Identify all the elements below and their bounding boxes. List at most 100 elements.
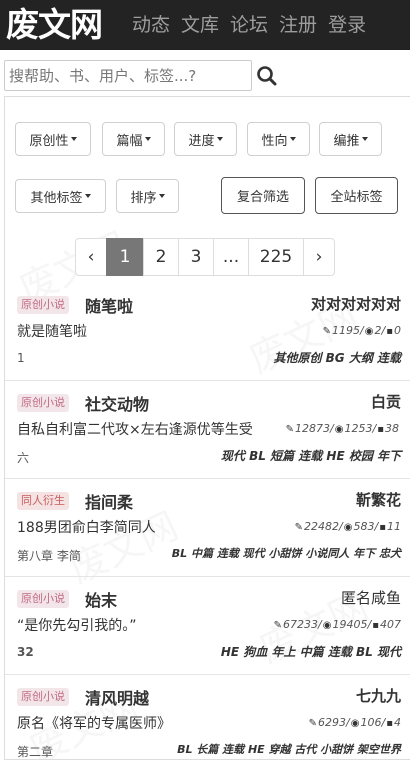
word-count: 22482 <box>304 520 340 533</box>
all-tags-button[interactable]: 全站标签 <box>315 177 398 214</box>
pencil-icon: ✎ <box>273 620 283 631</box>
filter-originality[interactable]: 原创性 <box>15 122 91 156</box>
pencil-icon: ✎ <box>294 522 304 533</box>
book-list-item: 原创小说 始末 匿名咸鱼 “是你先勾引我的。” ✎67233/◉19405/▪4… <box>5 577 410 675</box>
comment-count: 11 <box>387 520 401 533</box>
nav-link-library[interactable]: 文库 <box>181 0 219 50</box>
book-description: 就是随笔啦 <box>17 324 87 340</box>
book-stats: ✎12873/◉1253/▪38 <box>285 422 399 435</box>
book-author[interactable]: 白贡 <box>371 391 401 412</box>
comment-icon: ▪ <box>386 326 393 337</box>
book-title[interactable]: 社交动物 <box>85 391 149 415</box>
view-count: 19405 <box>332 618 368 631</box>
word-count: 6293 <box>318 716 347 729</box>
filter-progress[interactable]: 进度 <box>174 122 237 156</box>
search-input[interactable] <box>4 60 252 91</box>
book-description: 原名《将军的专属医师》 <box>17 716 171 732</box>
book-title[interactable]: 随笔啦 <box>85 293 133 317</box>
book-tags[interactable]: HE 狗血 年上 中篇 连载 BL 现代 <box>221 643 401 660</box>
latest-chapter[interactable]: 第二章 <box>17 743 53 759</box>
pencil-icon: ✎ <box>322 326 332 337</box>
chevron-down-icon <box>84 194 91 198</box>
combined-filter-button[interactable]: 复合筛选 <box>221 177 305 214</box>
book-stats: ✎22482/◉583/▪11 <box>294 520 401 533</box>
filter-sort-label: 排序 <box>130 190 157 206</box>
book-author[interactable]: 七九九 <box>356 685 401 706</box>
comment-icon: ▪ <box>386 718 393 729</box>
book-title[interactable]: 清风明越 <box>85 685 149 709</box>
book-stats: ✎67233/◉19405/▪407 <box>273 618 401 631</box>
eye-icon: ◉ <box>343 522 353 533</box>
book-list-item: 同人衍生 指间柔 靳繁花 188男团俞白李简同人 ✎22482/◉583/▪11… <box>5 479 410 577</box>
eye-icon: ◉ <box>322 620 332 631</box>
filter-editor-pick-label: 编推 <box>333 133 360 149</box>
filter-orientation-label: 性向 <box>261 133 288 149</box>
all-tags-label: 全站标签 <box>330 190 383 205</box>
book-tags[interactable]: BL 长篇 连载 HE 穿越 古代 小甜饼 架空世界 <box>177 741 401 757</box>
filter-sort[interactable]: 排序 <box>116 179 179 213</box>
chevron-down-icon <box>289 137 296 141</box>
eye-icon: ◉ <box>334 424 344 435</box>
pagination: ‹ 1 2 3 ... 225 › <box>75 238 335 276</box>
category-badge[interactable]: 同人衍生 <box>17 492 69 510</box>
book-description: 自私自利富二代攻×左右逢源优等生受 <box>17 422 253 438</box>
nav-link-register[interactable]: 注册 <box>279 0 317 50</box>
filter-other-tags[interactable]: 其他标签 <box>15 179 106 213</box>
pagination-prev[interactable]: ‹ <box>75 238 107 276</box>
book-title[interactable]: 指间柔 <box>85 489 133 513</box>
view-count: 2 <box>374 324 382 337</box>
view-count: 1253 <box>344 422 373 435</box>
pagination-page[interactable]: 1 <box>106 238 144 276</box>
search-button[interactable] <box>256 60 280 91</box>
word-count: 1195 <box>332 324 361 337</box>
latest-chapter[interactable]: 六 <box>17 449 29 466</box>
eye-icon: ◉ <box>364 326 374 337</box>
view-count: 106 <box>360 716 382 729</box>
comment-count: 38 <box>385 422 399 435</box>
nav-links: 动态 文库 论坛 注册 登录 <box>132 0 377 50</box>
view-count: 583 <box>353 520 375 533</box>
book-list-item: 原创小说 社交动物 白贡 自私自利富二代攻×左右逢源优等生受 ✎12873/◉1… <box>5 381 410 479</box>
book-author[interactable]: 对对对对对对 <box>311 293 401 314</box>
category-badge[interactable]: 原创小说 <box>17 296 69 314</box>
nav-link-forum[interactable]: 论坛 <box>230 0 268 50</box>
book-stats: ✎1195/◉2/▪0 <box>322 324 401 337</box>
book-title[interactable]: 始末 <box>85 587 117 611</box>
category-badge[interactable]: 原创小说 <box>17 394 69 412</box>
latest-chapter[interactable]: 第八章 李简 <box>17 547 81 564</box>
chevron-down-icon <box>216 137 223 141</box>
pencil-icon: ✎ <box>308 718 318 729</box>
latest-chapter[interactable]: 1 <box>17 351 25 365</box>
pagination-page[interactable]: 225 <box>248 238 304 276</box>
filter-length-label: 篇幅 <box>116 133 143 149</box>
comment-icon: ▪ <box>372 620 379 631</box>
comment-icon: ▪ <box>377 424 384 435</box>
filter-orientation[interactable]: 性向 <box>247 122 310 156</box>
eye-icon: ◉ <box>350 718 360 729</box>
book-tags[interactable]: BL 中篇 连载 现代 小甜饼 小说同人 年下 忠犬 <box>172 545 401 561</box>
nav-link-login[interactable]: 登录 <box>328 0 366 50</box>
comment-count: 407 <box>380 618 401 631</box>
site-logo[interactable]: 废文网 <box>6 3 103 47</box>
chevron-down-icon <box>144 137 151 141</box>
latest-chapter[interactable]: 32 <box>17 645 34 659</box>
comment-icon: ▪ <box>379 522 386 533</box>
book-tags[interactable]: 其他原创 BG 大纲 连载 <box>273 349 401 366</box>
book-author[interactable]: 靳繁花 <box>356 489 401 510</box>
search-icon <box>257 66 277 86</box>
book-tags[interactable]: 现代 BL 短篇 连载 HE 校园 年下 <box>221 447 401 464</box>
combined-filter-label: 复合筛选 <box>236 190 289 205</box>
book-description: “是你先勾引我的。” <box>17 618 137 634</box>
pagination-page[interactable]: 3 <box>178 238 214 276</box>
category-badge[interactable]: 原创小说 <box>17 688 69 706</box>
filter-editor-pick[interactable]: 编推 <box>319 122 382 156</box>
pagination-page[interactable]: 2 <box>143 238 179 276</box>
category-badge[interactable]: 原创小说 <box>17 590 69 608</box>
top-navbar: 废文网 动态 文库 论坛 注册 登录 <box>0 0 410 50</box>
book-author[interactable]: 匿名咸鱼 <box>341 587 401 608</box>
pencil-icon: ✎ <box>285 424 295 435</box>
nav-link-feed[interactable]: 动态 <box>132 0 170 50</box>
filter-length[interactable]: 篇幅 <box>102 122 165 156</box>
pagination-next[interactable]: › <box>303 238 335 276</box>
chevron-down-icon <box>158 194 165 198</box>
